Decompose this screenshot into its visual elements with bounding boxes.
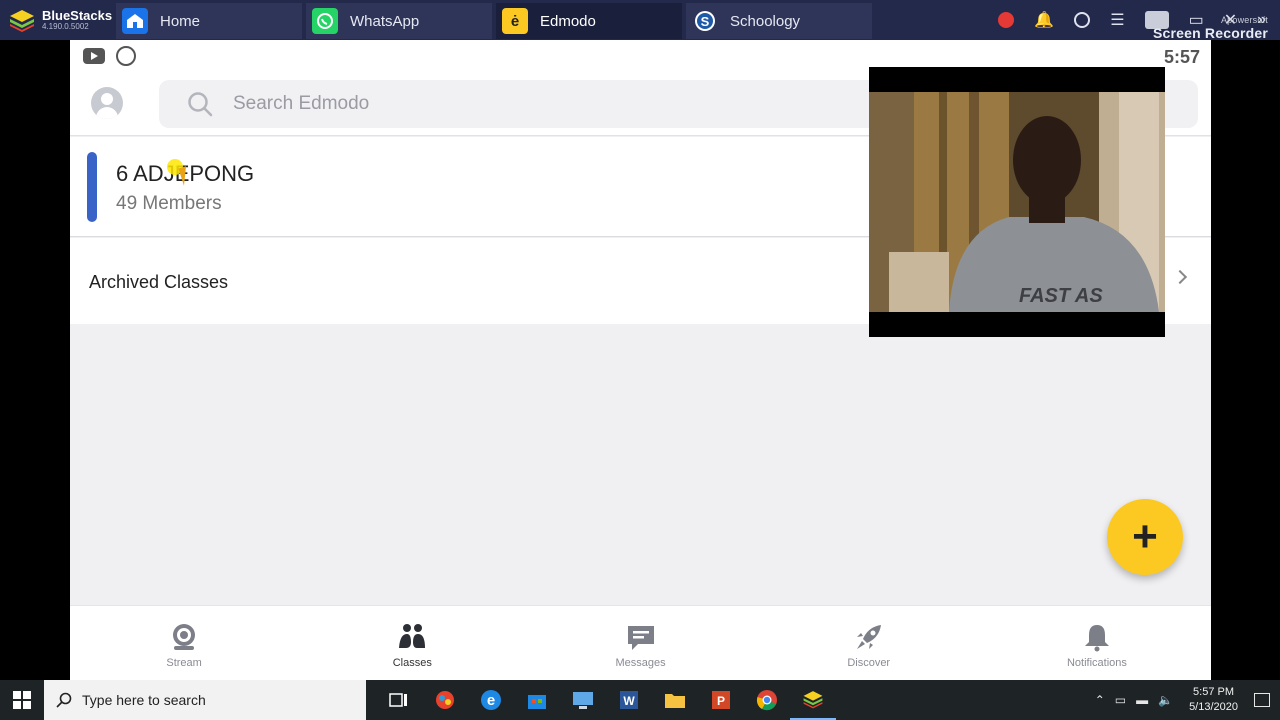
profile-avatar-icon[interactable]	[91, 87, 123, 119]
bluestacks-version: 4.190.0.5002	[42, 21, 89, 31]
taskbar-search-placeholder: Type here to search	[82, 692, 206, 708]
paint-app-icon[interactable]	[422, 680, 468, 720]
tab-home-label: Home	[160, 12, 201, 30]
bottom-navigation: Stream Classes Messages Discover Notific…	[70, 605, 1211, 680]
show-hidden-icons-chevron-icon[interactable]: ⌃	[1095, 693, 1105, 707]
file-explorer-icon[interactable]	[652, 680, 698, 720]
taskbar-date: 5/13/2020	[1189, 701, 1238, 713]
action-center-icon[interactable]	[1254, 693, 1270, 707]
bell-alert-icon[interactable]: 🔔	[1034, 10, 1054, 30]
whatsapp-icon	[312, 8, 338, 34]
chevron-right-icon	[1172, 269, 1188, 285]
store-icon[interactable]	[514, 680, 560, 720]
taskbar-clock[interactable]: 5:57 PM 5/13/2020	[1189, 685, 1238, 715]
tab-whatsapp-label: WhatsApp	[350, 12, 420, 30]
webcam-overlay: FAST AS	[869, 67, 1165, 337]
nav-messages[interactable]: Messages	[526, 606, 754, 680]
windows-logo-icon	[13, 691, 31, 709]
computer-app-icon[interactable]	[560, 680, 606, 720]
alert-icon[interactable]	[998, 12, 1015, 28]
svg-text:S: S	[701, 14, 710, 29]
nav-messages-label: Messages	[615, 657, 666, 669]
taskbar-search-icon	[56, 692, 72, 708]
nav-classes[interactable]: Classes	[298, 606, 526, 680]
whatsapp-status-icon	[116, 46, 136, 66]
search-input[interactable]	[233, 88, 833, 120]
svg-text:e: e	[487, 692, 495, 709]
task-view-icon[interactable]	[376, 680, 422, 720]
home-icon	[122, 8, 148, 34]
account-icon[interactable]	[1074, 12, 1091, 28]
webcam-video-feed: FAST AS	[869, 92, 1165, 312]
battery-icon[interactable]: ▬	[1136, 693, 1148, 707]
bluestacks-logo: BlueStacks 4.190.0.5002	[0, 0, 116, 40]
status-time: 5:57	[1163, 47, 1200, 67]
tab-edmodo-label: Edmodo	[540, 12, 596, 30]
rocket-icon	[856, 625, 881, 649]
recorder-watermark: Apowersoft Screen Recorder	[1153, 14, 1268, 40]
chrome-icon[interactable]	[744, 680, 790, 720]
system-tray: ⌃ ▭ ▬ 🔈 5:57 PM 5/13/2020	[1095, 680, 1280, 720]
nav-classes-label: Classes	[392, 657, 432, 669]
class-color-bar	[87, 152, 97, 222]
bell-icon	[1084, 625, 1109, 652]
nav-stream[interactable]: Stream	[70, 606, 298, 680]
desktop: BlueStacks 4.190.0.5002 Home WhatsApp ė …	[0, 0, 1280, 720]
edge-browser-icon[interactable]: e	[468, 680, 514, 720]
tab-edmodo[interactable]: ė Edmodo	[496, 3, 682, 39]
bluestacks-brand: BlueStacks	[42, 7, 113, 23]
bluestacks-logo-icon	[8, 8, 36, 32]
archived-classes-label: Archived Classes	[89, 272, 229, 292]
svg-text:W: W	[623, 694, 635, 708]
tab-home[interactable]: Home	[116, 3, 302, 39]
class-members-count: 49 Members	[116, 193, 222, 214]
nav-stream-label: Stream	[166, 657, 202, 669]
nav-discover-label: Discover	[847, 657, 891, 669]
powerpoint-icon[interactable]: P	[698, 680, 744, 720]
network-icon[interactable]: ▭	[1115, 693, 1126, 707]
nav-notifications[interactable]: Notifications	[983, 606, 1211, 680]
svg-text:P: P	[717, 694, 725, 708]
schoology-icon: S	[692, 8, 718, 34]
classes-icon	[399, 624, 426, 648]
add-class-button[interactable]: +	[1107, 499, 1183, 575]
stream-icon	[173, 624, 196, 650]
recorder-label: Screen Recorder	[1152, 25, 1268, 41]
edmodo-icon: ė	[502, 8, 528, 34]
word-icon[interactable]: W	[606, 680, 652, 720]
tab-schoology-label: Schoology	[730, 12, 801, 30]
windows-taskbar: Type here to search e W P ⌃ ▭ ▬ 🔈 5:57 P…	[0, 680, 1280, 720]
youtube-icon	[83, 48, 105, 64]
messages-icon	[627, 626, 654, 650]
menu-icon[interactable]: ☰	[1110, 10, 1124, 30]
svg-text:FAST AS: FAST AS	[1019, 285, 1103, 307]
windows-start-button[interactable]	[0, 680, 44, 720]
search-icon	[188, 92, 213, 117]
bluestacks-tab-bar: BlueStacks 4.190.0.5002 Home WhatsApp ė …	[0, 0, 1280, 40]
nav-notifications-label: Notifications	[1066, 657, 1127, 669]
taskbar-search-box[interactable]: Type here to search	[44, 680, 366, 720]
bluestacks-taskbar-icon[interactable]	[790, 680, 836, 720]
tab-schoology[interactable]: S Schoology	[686, 3, 872, 39]
taskbar-pinned-apps: e W P	[376, 680, 836, 720]
nav-discover[interactable]: Discover	[755, 606, 983, 680]
tab-whatsapp[interactable]: WhatsApp	[306, 3, 492, 39]
volume-icon[interactable]: 🔈	[1158, 693, 1173, 707]
taskbar-time: 5:57 PM	[1193, 686, 1235, 698]
